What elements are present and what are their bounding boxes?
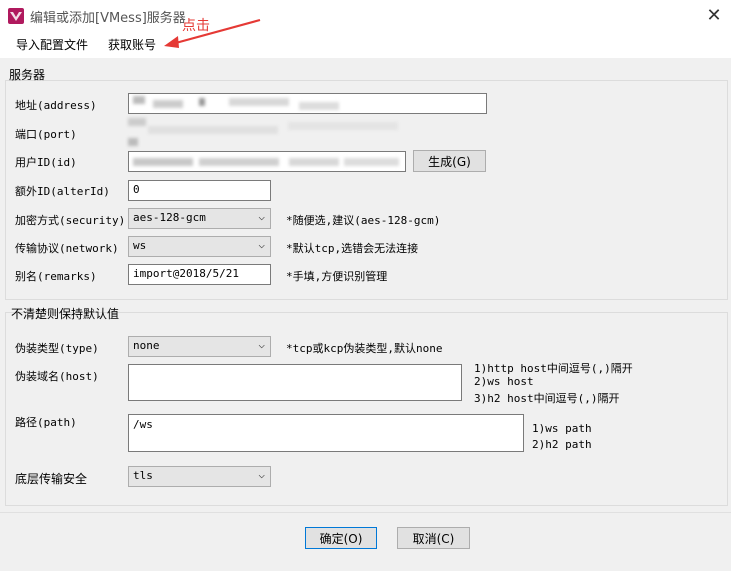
port-redacted <box>128 104 408 152</box>
security-hint: *随便选,建议(aes-128-gcm) <box>286 214 441 227</box>
app-icon <box>8 8 24 24</box>
generate-button[interactable]: 生成(G) <box>413 150 486 172</box>
remarks-hint: *手填,方便识别管理 <box>286 270 388 283</box>
security-label: 加密方式(security) <box>15 214 126 227</box>
close-icon: ✕ <box>706 4 722 26</box>
port-label: 端口(port) <box>15 128 77 141</box>
tls-label: 底层传输安全 <box>15 472 88 486</box>
menu-import-config[interactable]: 导入配置文件 <box>16 36 88 53</box>
host-textarea[interactable] <box>128 364 462 401</box>
type-select-value: none <box>133 339 160 352</box>
security-select-value: aes-128-gcm <box>133 211 206 224</box>
path-textarea[interactable]: /ws <box>128 414 524 452</box>
chevron-down-icon: ⌵ <box>258 210 265 223</box>
type-label: 伪装类型(type) <box>15 342 99 355</box>
chevron-down-icon: ⌵ <box>258 238 265 251</box>
security-select[interactable]: aes-128-gcm ⌵ <box>128 208 271 229</box>
red-arrow-annotation <box>164 18 261 48</box>
remarks-input[interactable]: import@2018/5/21 <box>128 264 271 285</box>
type-select[interactable]: none ⌵ <box>128 336 271 357</box>
remarks-label: 别名(remarks) <box>15 270 97 283</box>
uuid-redacted <box>129 152 405 171</box>
host-hint-3: 3)h2 host中间逗号(,)隔开 <box>474 392 620 405</box>
tls-select[interactable]: tls ⌵ <box>128 466 271 487</box>
network-select-value: ws <box>133 239 147 252</box>
alter-id-input[interactable]: 0 <box>128 180 271 201</box>
address-label: 地址(address) <box>15 99 97 112</box>
uuid-input[interactable] <box>128 151 406 172</box>
server-group-label: 服务器 <box>9 68 46 82</box>
host-label: 伪装域名(host) <box>15 370 99 383</box>
alter-id-label: 额外ID(alterId) <box>15 185 110 198</box>
menu-get-account[interactable]: 获取账号 <box>108 36 156 53</box>
host-hint-1: 1)http host中间逗号(,)隔开 <box>474 362 633 375</box>
host-hint-2: 2)ws host <box>474 375 534 388</box>
network-select[interactable]: ws ⌵ <box>128 236 271 257</box>
path-label: 路径(path) <box>15 416 77 429</box>
path-hint-2: 2)h2 path <box>532 438 592 451</box>
chevron-down-icon: ⌵ <box>258 468 265 481</box>
footer-divider <box>0 512 731 513</box>
network-hint: *默认tcp,选错会无法连接 <box>286 242 419 255</box>
type-hint: *tcp或kcp伪装类型,默认none <box>286 342 443 355</box>
network-label: 传输协议(network) <box>15 242 119 255</box>
ok-button[interactable]: 确定(O) <box>305 527 377 549</box>
cancel-button[interactable]: 取消(C) <box>397 527 470 549</box>
close-button[interactable]: ✕ <box>700 2 728 28</box>
advanced-group-label: 不清楚则保持默认值 <box>11 307 120 321</box>
uuid-label: 用户ID(id) <box>15 156 77 169</box>
path-hint-1: 1)ws path <box>532 422 592 435</box>
tls-select-value: tls <box>133 469 153 482</box>
chevron-down-icon: ⌵ <box>258 338 265 351</box>
